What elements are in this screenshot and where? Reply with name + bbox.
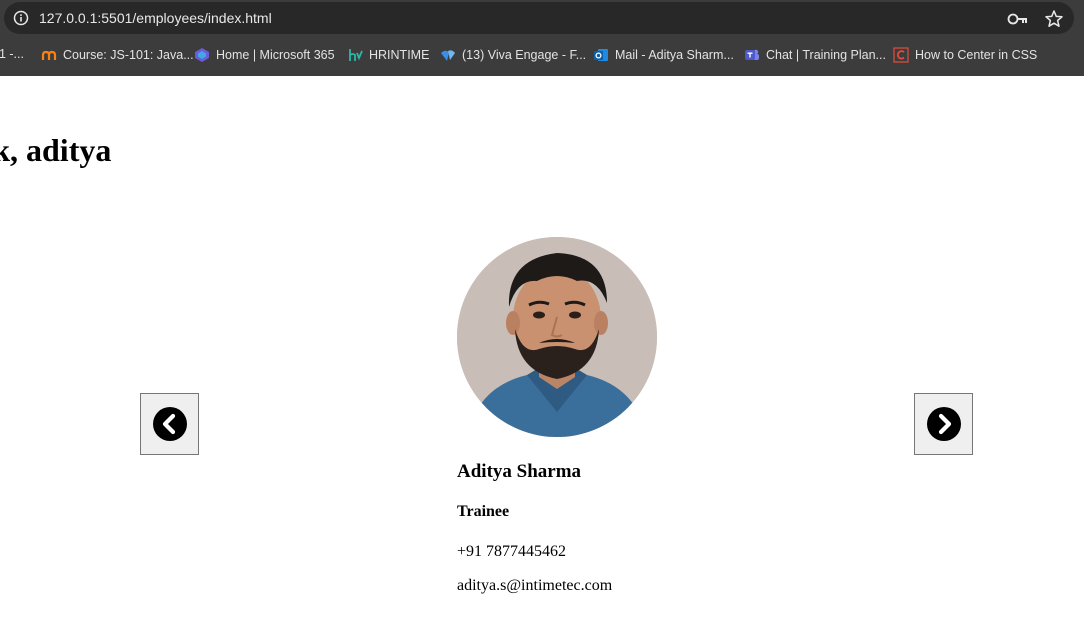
bookmark-label: 01 -...: [0, 47, 24, 61]
moodle-icon: [41, 47, 57, 63]
url-text[interactable]: 127.0.0.1:5501/employees/index.html: [39, 10, 272, 26]
bookmark-label: How to Center in CSS: [915, 48, 1038, 62]
css-icon: [893, 47, 909, 63]
employee-email: aditya.s@intimetec.com: [457, 577, 613, 594]
bookmark-label: Home | Microsoft 365: [216, 48, 335, 62]
bookmark-item[interactable]: 01 -...: [0, 47, 24, 61]
bookmark-item[interactable]: Chat | Training Plan...: [744, 47, 886, 63]
microsoft365-icon: [194, 47, 210, 63]
employee-role: Trainee: [457, 503, 510, 520]
omnibox[interactable]: 127.0.0.1:5501/employees/index.html: [4, 2, 1074, 34]
employee-phone: +91 7877445462: [457, 543, 567, 560]
bookmark-label: Chat | Training Plan...: [766, 48, 886, 62]
page-content: e back, aditya: [0, 76, 1084, 642]
employee-photo: [457, 237, 657, 437]
bookmark-label: Mail - Aditya Sharm...: [615, 48, 734, 62]
password-key-icon[interactable]: [1007, 10, 1029, 28]
teams-icon: [744, 47, 760, 63]
bookmarks-bar: 01 -... Course: JS-101: Java... Home | M…: [0, 36, 1084, 76]
chevron-right-circle-icon: [926, 407, 961, 441]
outlook-icon: [593, 47, 609, 63]
bookmark-item[interactable]: Course: JS-101: Java...: [41, 47, 194, 63]
viva-engage-icon: [440, 47, 456, 63]
previous-employee-button[interactable]: [140, 393, 199, 455]
employee-avatar: [457, 237, 657, 437]
chevron-left-circle-icon: [152, 407, 187, 441]
bookmark-label: Course: JS-101: Java...: [63, 48, 194, 62]
browser-chrome: 127.0.0.1:5501/employees/index.html 01 -…: [0, 0, 1084, 76]
bookmark-item[interactable]: How to Center in CSS: [893, 47, 1037, 63]
site-info-icon[interactable]: [11, 8, 31, 28]
next-employee-button[interactable]: [914, 393, 973, 455]
employee-name: Aditya Sharma: [457, 461, 582, 482]
bookmark-item[interactable]: Mail - Aditya Sharm...: [593, 47, 734, 63]
bookmark-item[interactable]: Home | Microsoft 365: [194, 47, 335, 63]
bookmark-label: (13) Viva Engage - F...: [462, 48, 587, 62]
bookmark-item[interactable]: (13) Viva Engage - F...: [440, 47, 586, 63]
bookmark-label: HRINTIME: [369, 48, 430, 62]
address-bar-row: 127.0.0.1:5501/employees/index.html: [0, 0, 1084, 36]
hrintime-icon: [347, 47, 363, 63]
bookmark-item[interactable]: HRINTIME: [347, 47, 429, 63]
welcome-heading: e back, aditya: [0, 132, 112, 168]
bookmark-star-icon[interactable]: [1044, 9, 1064, 29]
